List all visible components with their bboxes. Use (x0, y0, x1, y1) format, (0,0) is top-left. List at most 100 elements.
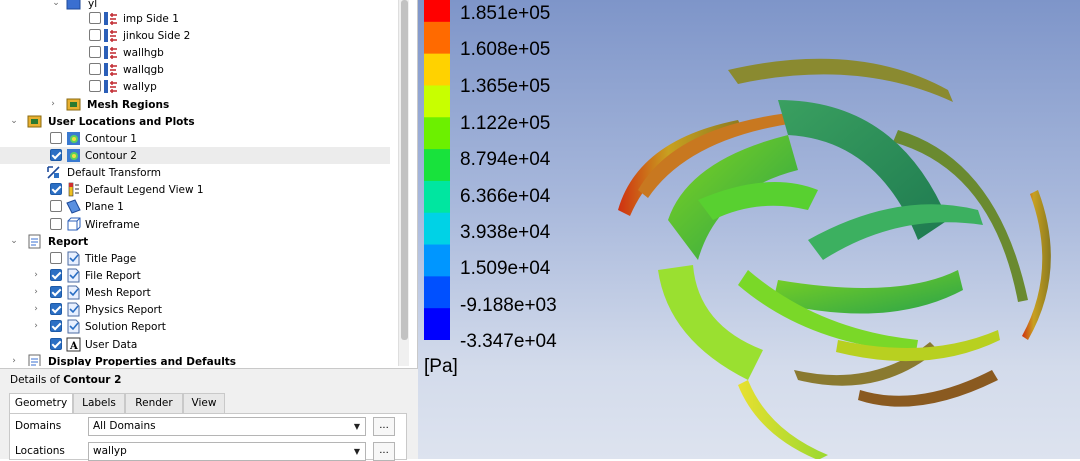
visibility-checkbox[interactable] (50, 303, 62, 315)
locations-label: Locations (15, 445, 65, 457)
expand-toggle-icon[interactable]: › (47, 97, 59, 111)
domains-value: All Domains (93, 420, 156, 432)
tree-item-report[interactable]: ⌄ Report (0, 233, 390, 250)
visibility-checkbox[interactable] (50, 132, 62, 144)
legend-tick-label: 1.365e+05 (460, 76, 551, 97)
visibility-checkbox[interactable] (50, 269, 62, 281)
bnd-icon (103, 79, 118, 94)
tab-geometry[interactable]: Geometry (9, 393, 73, 413)
expand-toggle-icon[interactable]: › (30, 285, 42, 299)
tree-item-solution-report[interactable]: › Solution Report (0, 318, 390, 335)
domains-select[interactable]: All Domains ▼ (88, 417, 366, 436)
left-panel: ⌄ yl imp Side 1 jinkou Side 2 wallhgb wallqgb… (0, 0, 418, 461)
expand-toggle-icon[interactable]: › (30, 268, 42, 282)
tree-item-mesh-regions[interactable]: › Mesh Regions (0, 96, 390, 113)
svg-text:A: A (69, 341, 78, 352)
tree-item-contour-2[interactable]: Contour 2 (0, 147, 390, 164)
bnd-icon (103, 45, 118, 60)
tree-item-physics-report[interactable]: › Physics Report (0, 301, 390, 318)
tab-render[interactable]: Render (125, 393, 183, 413)
visibility-checkbox[interactable] (89, 63, 101, 75)
visibility-checkbox[interactable] (89, 46, 101, 58)
tree-item-default-transform[interactable]: Default Transform (0, 164, 390, 181)
tab-labels[interactable]: Labels (73, 393, 125, 413)
visibility-checkbox[interactable] (50, 149, 62, 161)
tree-item-mesh-report[interactable]: › Mesh Report (0, 284, 390, 301)
tree-item-label: Title Page (85, 253, 137, 265)
3d-viewer[interactable]: 1.851e+05 1.608e+05 1.365e+05 1.122e+05 8.79… (418, 0, 1080, 459)
domains-more-button[interactable]: ... (373, 417, 395, 436)
visibility-checkbox[interactable] (50, 183, 62, 195)
report-icon (27, 354, 42, 366)
tree-item-label: imp Side 1 (123, 13, 179, 25)
report-icon (27, 234, 42, 249)
tree-item-user-data[interactable]: A User Data (0, 336, 390, 353)
tree-scrollbar-thumb[interactable] (401, 0, 408, 340)
tree-item-wireframe[interactable]: Wireframe (0, 216, 390, 233)
bnd-icon (103, 28, 118, 43)
legend-tick-label: 1.851e+05 (460, 3, 551, 24)
legend-color-band (424, 212, 450, 246)
tree-item-label: wallqgb (123, 64, 164, 76)
tree-item-wallhgb[interactable]: wallhgb (0, 44, 390, 61)
expand-toggle-icon[interactable]: ⌄ (8, 114, 20, 128)
tree-item-label: User Locations and Plots (48, 116, 195, 128)
page-icon (66, 285, 81, 300)
expand-toggle-icon[interactable]: › (8, 354, 20, 366)
locations-select[interactable]: wallyp ▼ (88, 442, 366, 461)
tree-item-default-legend-view-1[interactable]: Default Legend View 1 (0, 181, 390, 198)
visibility-checkbox[interactable] (89, 29, 101, 41)
tree-item-display-properties-and-defaults[interactable]: › Display Properties and Defaults (0, 353, 390, 366)
tree-item-title-page[interactable]: Title Page (0, 250, 390, 267)
tree-item-label: Default Transform (67, 167, 161, 179)
color-legend-bar (424, 0, 450, 340)
legend-color-band (424, 244, 450, 277)
visibility-checkbox[interactable] (50, 200, 62, 212)
visibility-checkbox[interactable] (89, 80, 101, 92)
tree-item-wallyp[interactable]: wallyp (0, 78, 390, 95)
tree-item-jinkou-side-2[interactable]: jinkou Side 2 (0, 27, 390, 44)
tree-item-plane-1[interactable]: Plane 1 (0, 198, 390, 215)
visibility-checkbox[interactable] (50, 286, 62, 298)
legend-color-band (424, 0, 450, 23)
tab-view[interactable]: View (183, 393, 225, 413)
locations-more-button[interactable]: ... (373, 442, 395, 461)
legend-color-band (424, 276, 450, 309)
page-icon (66, 319, 81, 334)
legend-tick-label: 1.122e+05 (460, 113, 551, 134)
visibility-checkbox[interactable] (50, 252, 62, 264)
tree-item-user-locations-and-plots[interactable]: ⌄ User Locations and Plots (0, 113, 390, 130)
tree-item-imp-side-1[interactable]: imp Side 1 (0, 10, 390, 27)
tree-item-contour-1[interactable]: Contour 1 (0, 130, 390, 147)
legend-tick-label: -9.188e+03 (460, 295, 557, 316)
tree-scrollbar[interactable] (398, 0, 409, 366)
outer-blade-strip (728, 58, 953, 102)
visibility-checkbox[interactable] (89, 12, 101, 24)
legend-tick-label: -3.347e+04 (460, 331, 557, 352)
legend-color-band (424, 85, 450, 118)
visibility-checkbox[interactable] (50, 320, 62, 332)
legend-color-band (424, 180, 450, 214)
tree-item-label: Plane 1 (85, 201, 124, 213)
tree-item-label: File Report (85, 270, 141, 282)
visibility-checkbox[interactable] (50, 338, 62, 350)
contour-icon (66, 148, 81, 163)
dropdown-arrow-icon: ▼ (353, 422, 360, 431)
tree-item-label: jinkou Side 2 (123, 30, 191, 42)
impeller-contour-render[interactable] (598, 40, 1078, 459)
legend-tick-label: 8.794e+04 (460, 149, 551, 170)
legend-tick-label: 6.366e+04 (460, 186, 551, 207)
tree-item-wallqgb[interactable]: wallqgb (0, 61, 390, 78)
legend-color-band (424, 149, 450, 182)
expand-toggle-icon[interactable]: ⌄ (8, 234, 20, 248)
tree-item-label: Solution Report (85, 321, 166, 333)
expand-toggle-icon[interactable]: ⌄ (50, 0, 62, 10)
visibility-checkbox[interactable] (50, 218, 62, 230)
tree-item-file-report[interactable]: › File Report (0, 267, 390, 284)
legend-color-band (424, 308, 450, 340)
expand-toggle-icon[interactable]: › (30, 319, 42, 333)
outer-blade-strip (1022, 190, 1051, 340)
page-icon (66, 251, 81, 266)
expand-toggle-icon[interactable]: › (30, 302, 42, 316)
bnd-icon (103, 62, 118, 77)
